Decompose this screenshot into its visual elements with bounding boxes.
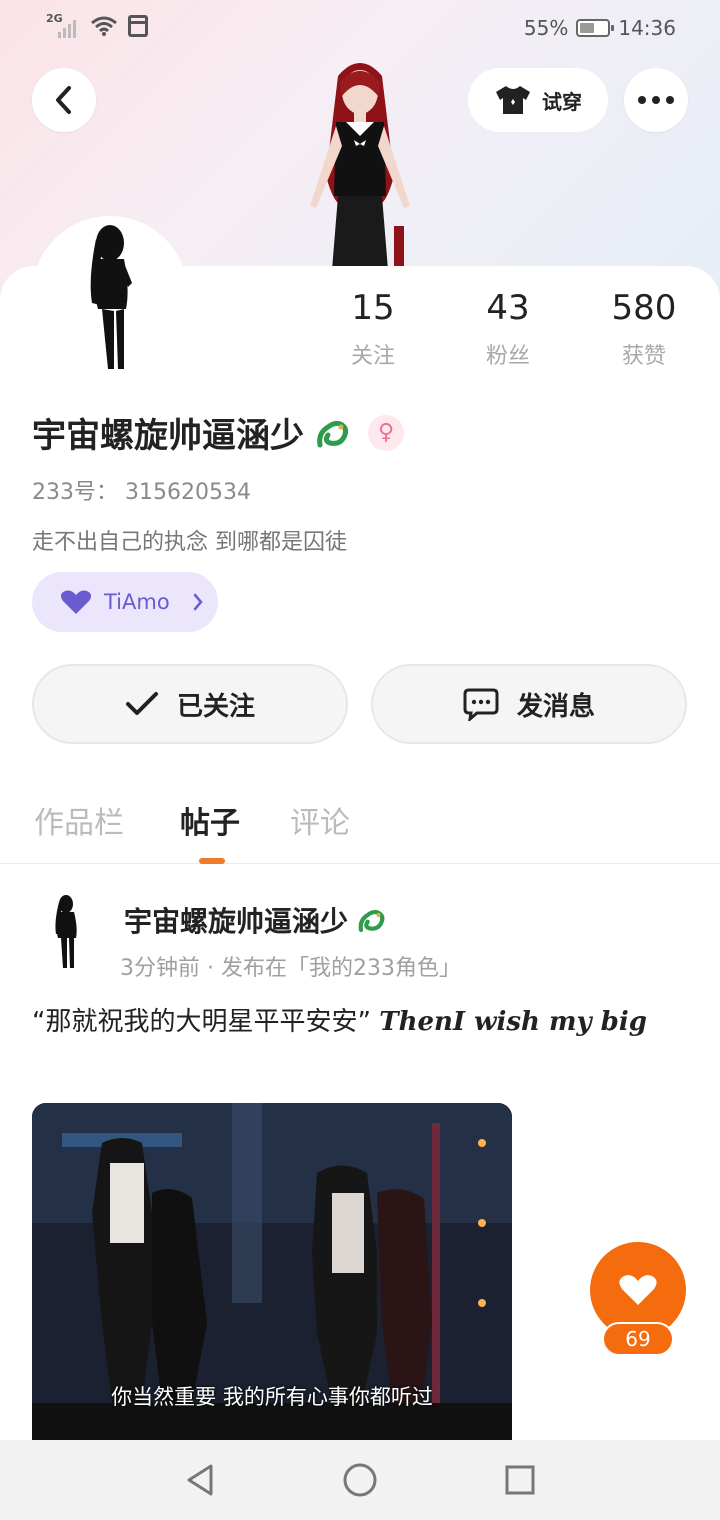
stat-value: 15 xyxy=(351,288,395,328)
send-message-label: 发消息 xyxy=(516,691,595,722)
post-author-name[interactable]: 宇宙螺旋帅逼涵少 xyxy=(124,900,348,940)
message-bubble-icon xyxy=(463,688,499,721)
couple-tag-label: TiAmo xyxy=(104,590,170,614)
username: 宇宙螺旋帅逼涵少 xyxy=(32,416,304,456)
square-recents-icon xyxy=(505,1465,535,1495)
user-id: 233号： 315620534 xyxy=(32,480,251,505)
dragon-icon xyxy=(358,909,385,933)
gender-female-icon: ♀ xyxy=(368,414,404,451)
stat-label: 粉丝 xyxy=(485,344,530,369)
tab-works[interactable]: 作品栏 xyxy=(34,798,124,842)
more-options-button[interactable] xyxy=(624,68,688,132)
stat-following[interactable]: 15 关注 xyxy=(313,288,433,370)
like-count: 69 xyxy=(602,1322,674,1356)
following-button[interactable]: 已关注 xyxy=(32,664,348,744)
image-subtitle: 你当然重要 我的所有心事你都听过 xyxy=(111,1385,433,1409)
battery-icon xyxy=(576,19,615,37)
shirt-icon xyxy=(496,86,530,114)
system-navigation-bar xyxy=(0,1440,720,1520)
nav-recents-button[interactable] xyxy=(500,1460,540,1500)
profile-tabs: 作品栏 帖子 评论 xyxy=(0,792,720,864)
wifi-icon xyxy=(91,16,117,36)
post-text[interactable]: “那就祝我的大明星平平安安” ThenI wish my big xyxy=(32,1002,688,1042)
stat-value: 43 xyxy=(486,288,530,328)
heart-icon xyxy=(619,1275,657,1305)
tab-posts[interactable]: 帖子 xyxy=(180,798,240,842)
stat-likes[interactable]: 580 获赞 xyxy=(584,288,704,370)
post-meta: 3分钟前 · 发布在「我的233角色」 xyxy=(120,956,461,981)
post-text-english: ThenI wish my big xyxy=(379,1007,647,1037)
post-text-chinese: “那就祝我的大明星平平安安” xyxy=(32,1007,371,1037)
tab-comments[interactable]: 评论 xyxy=(290,798,350,842)
heart-icon xyxy=(60,590,92,614)
nav-back-button[interactable] xyxy=(180,1460,220,1500)
stat-value: 580 xyxy=(611,288,677,328)
stat-followers[interactable]: 43 粉丝 xyxy=(448,288,568,370)
username-row: 宇宙螺旋帅逼涵少 ♀ xyxy=(32,408,404,457)
stat-label: 获赞 xyxy=(621,344,666,369)
circle-home-icon xyxy=(343,1463,377,1497)
chevron-right-icon xyxy=(193,593,203,611)
try-on-label: 试穿 xyxy=(542,89,582,114)
battery-percent: 55% xyxy=(523,16,569,40)
profile-stats: 15 关注 43 粉丝 580 获赞 xyxy=(0,288,720,378)
calendar-icon xyxy=(128,15,148,37)
status-bar: 2G 55% 14:36 xyxy=(0,0,720,56)
following-label: 已关注 xyxy=(176,691,255,722)
post-author-row: 宇宙螺旋帅逼涵少 xyxy=(124,900,386,940)
post-author-avatar[interactable] xyxy=(32,892,102,970)
dragon-icon xyxy=(317,420,349,447)
check-icon xyxy=(125,692,158,715)
triangle-back-icon xyxy=(187,1464,213,1496)
back-button[interactable] xyxy=(32,68,96,132)
bio: 走不出自己的执念 到哪都是囚徒 xyxy=(32,530,347,555)
signal-icon: 2G xyxy=(46,12,80,38)
stat-label: 关注 xyxy=(350,344,395,369)
post-image[interactable]: 你当然重要 我的所有心事你都听过 xyxy=(32,1103,512,1443)
send-message-button[interactable]: 发消息 xyxy=(371,664,687,744)
clock: 14:36 xyxy=(618,16,676,40)
more-dots-icon xyxy=(638,96,674,104)
chevron-left-icon xyxy=(56,86,71,114)
nav-home-button[interactable] xyxy=(340,1460,380,1500)
try-on-button[interactable]: 试穿 xyxy=(468,68,608,132)
active-tab-indicator xyxy=(199,858,225,864)
character-avatar-3d xyxy=(310,63,410,270)
couple-tag[interactable]: TiAmo xyxy=(32,572,218,632)
